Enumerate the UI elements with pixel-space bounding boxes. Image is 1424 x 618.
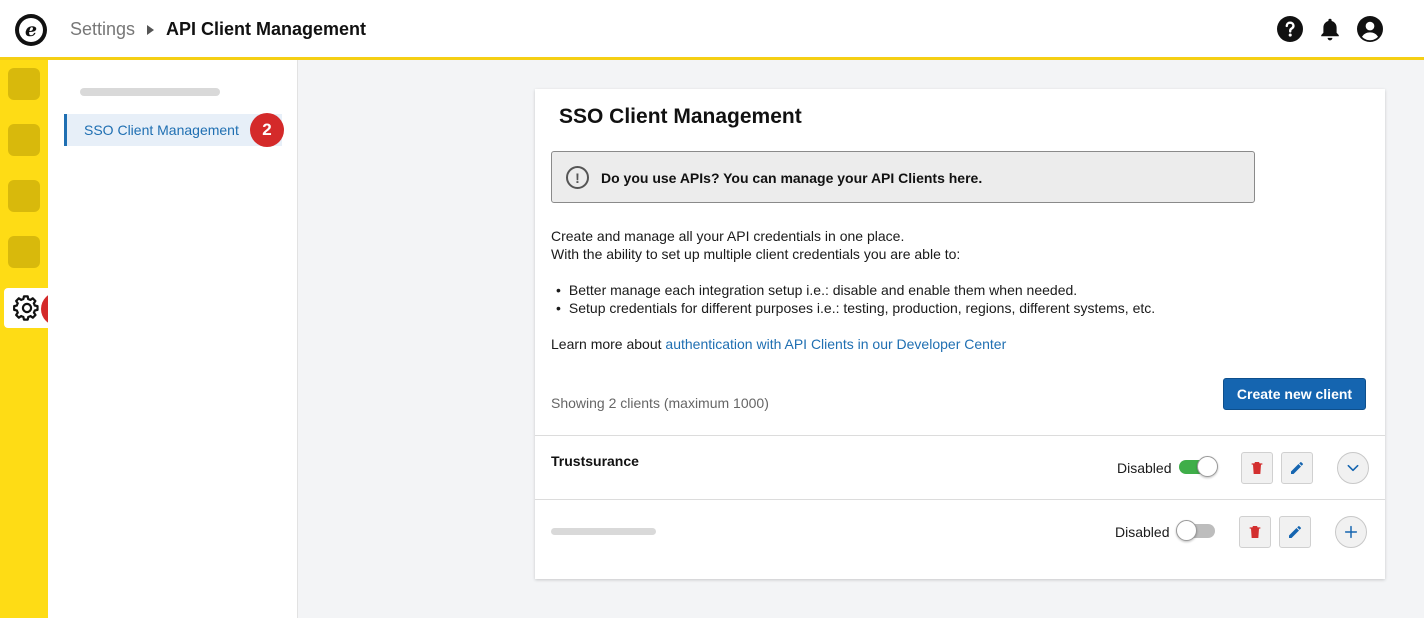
step-badge-2: 2	[250, 113, 284, 147]
edit-client-button[interactable]	[1281, 452, 1313, 484]
breadcrumb-separator-icon	[147, 25, 154, 35]
gear-icon	[13, 295, 39, 321]
edit-client-button[interactable]	[1279, 516, 1311, 548]
toggle-knob	[1176, 520, 1197, 541]
client-status-label: Disabled	[1117, 460, 1172, 476]
rail-item-3[interactable]	[8, 180, 40, 212]
pencil-icon	[1289, 526, 1301, 538]
bell-icon[interactable]	[1317, 16, 1343, 42]
help-icon[interactable]	[1277, 16, 1303, 42]
app-logo[interactable]: e	[15, 14, 47, 46]
left-rail: 1	[0, 60, 75, 618]
description-line-2: With the ability to set up multiple clie…	[551, 246, 961, 262]
breadcrumb-settings[interactable]: Settings	[70, 19, 135, 40]
learn-more-prefix: Learn more about	[551, 336, 666, 352]
pencil-icon	[1291, 462, 1303, 474]
logo-letter: e	[19, 18, 43, 42]
bullet-item: Better manage each integration setup i.e…	[556, 282, 1077, 298]
exclamation-icon: !	[566, 166, 589, 189]
client-name: Trustsurance	[551, 453, 639, 469]
toggle-knob	[1197, 456, 1218, 477]
developer-center-link[interactable]: authentication with API Clients in our D…	[665, 336, 1006, 352]
rail-item-1[interactable]	[8, 68, 40, 100]
rail-item-4[interactable]	[8, 236, 40, 268]
delete-client-button[interactable]	[1241, 452, 1273, 484]
create-new-client-button[interactable]: Create new client	[1223, 378, 1366, 410]
client-enable-toggle[interactable]	[1176, 520, 1215, 541]
divider	[535, 499, 1385, 500]
subnav-item-label: SSO Client Management	[84, 122, 239, 138]
client-count-text: Showing 2 clients (maximum 1000)	[551, 395, 769, 411]
divider	[535, 435, 1385, 436]
settings-subnav: SSO Client Management 2	[48, 60, 298, 618]
description-line-1: Create and manage all your API credentia…	[551, 228, 905, 244]
delete-client-button[interactable]	[1239, 516, 1271, 548]
expand-client-button[interactable]	[1337, 452, 1369, 484]
card-title: SSO Client Management	[559, 105, 802, 128]
chevron-down-icon	[1347, 464, 1359, 472]
page-title: API Client Management	[166, 19, 367, 39]
client-management-card: SSO Client Management ! Do you use APIs?…	[535, 89, 1385, 579]
trash-icon	[1251, 462, 1263, 474]
top-header: e Settings API Client Management	[0, 0, 1424, 60]
learn-more-text: Learn more about authentication with API…	[551, 336, 1006, 352]
info-notice: ! Do you use APIs? You can manage your A…	[551, 151, 1255, 203]
client-status-label: Disabled	[1115, 524, 1170, 540]
client-enable-toggle[interactable]	[1179, 456, 1218, 477]
notice-text: Do you use APIs? You can manage your API…	[601, 170, 983, 186]
bullet-item: Setup credentials for different purposes…	[556, 300, 1155, 316]
trash-icon	[1249, 526, 1261, 538]
subnav-heading-placeholder	[80, 88, 220, 96]
plus-icon	[1344, 525, 1358, 539]
add-client-detail-button[interactable]	[1335, 516, 1367, 548]
client-name-placeholder	[551, 528, 656, 535]
account-icon[interactable]	[1357, 16, 1383, 42]
rail-item-2[interactable]	[8, 124, 40, 156]
